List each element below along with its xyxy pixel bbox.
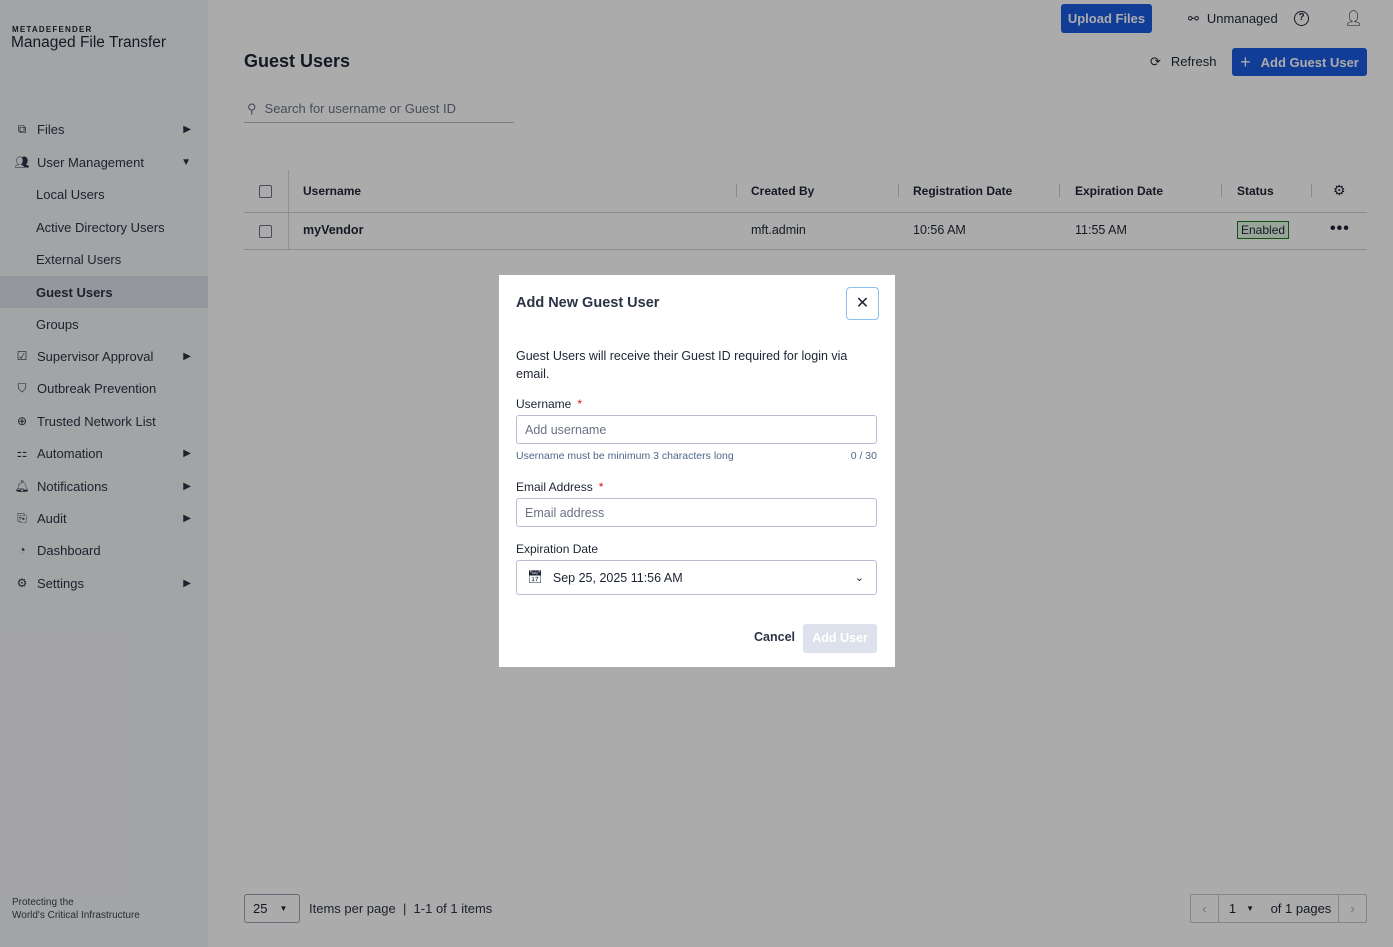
- expiration-date-picker[interactable]: 📅︎ Sep 25, 2025 11:56 AM ⌄: [516, 560, 877, 595]
- label: Email Address: [516, 480, 593, 494]
- required-mark: *: [577, 397, 583, 411]
- username-input[interactable]: Add username: [516, 415, 877, 444]
- username-label: Username *: [516, 397, 582, 411]
- expiration-label: Expiration Date: [516, 542, 599, 556]
- add-guest-user-dialog: Add New Guest User ✕ Guest Users will re…: [499, 275, 895, 667]
- cancel-button[interactable]: Cancel: [754, 630, 795, 644]
- add-user-button[interactable]: Add User: [803, 624, 877, 653]
- calendar-icon: 📅︎: [527, 570, 543, 584]
- value: Sep 25, 2025 11:56 AM: [552, 570, 683, 585]
- required-mark: *: [598, 480, 604, 494]
- email-input[interactable]: Email address: [516, 498, 877, 527]
- dialog-description: Guest Users will receive their Guest ID …: [516, 349, 848, 381]
- username-hint: Username must be minimum 3 characters lo…: [516, 450, 734, 462]
- dialog-title: Add New Guest User: [516, 295, 660, 311]
- char-counter: 0 / 30: [850, 450, 877, 462]
- close-icon[interactable]: ✕: [846, 287, 879, 320]
- chevron-down-icon: ⌄: [854, 572, 864, 584]
- email-label: Email Address *: [516, 480, 603, 494]
- label: Username: [516, 397, 572, 411]
